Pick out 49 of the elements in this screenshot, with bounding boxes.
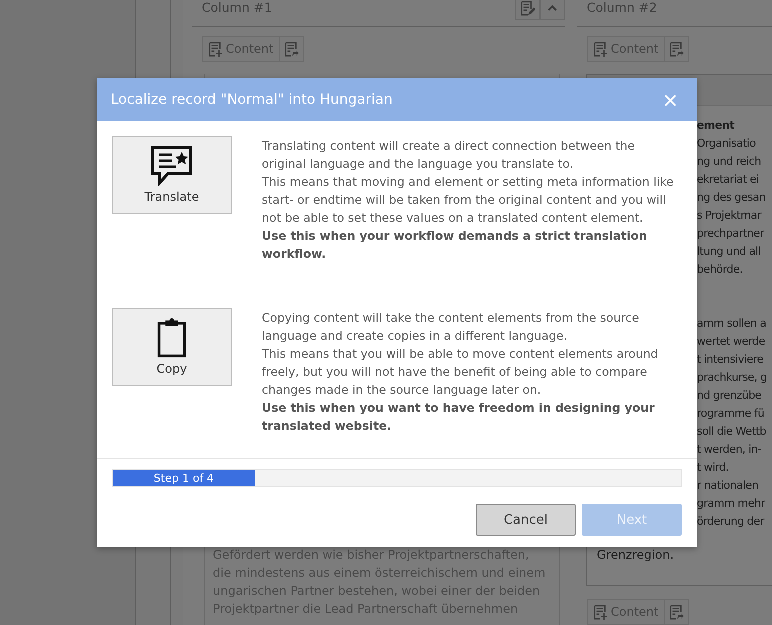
- text-line: Grenzregion.: [596, 547, 674, 564]
- progress-label: Step 1 of 4: [154, 472, 214, 484]
- cancel-button[interactable]: Cancel: [476, 504, 576, 536]
- text-fragment: ekretariat ei: [697, 172, 760, 188]
- edit-icon: [520, 0, 535, 16]
- column-title: Column #2: [587, 0, 658, 16]
- text-fragment: ement: [697, 118, 736, 134]
- document-arrow-icon: [668, 604, 684, 620]
- text-fragment: gramm mehr: [697, 496, 766, 512]
- document-arrow-icon: [668, 42, 684, 56]
- add-document-icon: [593, 42, 608, 56]
- text-fragment: t werden, in-: [697, 442, 762, 458]
- text-fragment: örderung der: [697, 514, 766, 530]
- option-description: Copying content will take the content elements from the source language and create copies in a different language.: [262, 310, 640, 345]
- text-fragment: ng des gesan: [697, 190, 767, 206]
- column-title: Column #1: [202, 0, 272, 16]
- option-description: Use this when you want to have freedom in designing your translated website.: [262, 400, 656, 435]
- speech-bubble-star-icon: [150, 146, 194, 186]
- paste-button[interactable]: [280, 36, 304, 62]
- option-description: Translating content will create a direct connection between the original language and the language you translate to.: [262, 138, 636, 173]
- option-description: Use this when your workflow demands a strict translation workflow.: [262, 228, 648, 263]
- dialog-title: Localize record "Normal" into Hungarian: [111, 92, 393, 108]
- option-description: This means that moving and element or setting meta information like start- or endtime will be taken from the original content and you will not be able to set these values on a translated content element.: [262, 174, 675, 227]
- text-fragment: ng und reich: [697, 154, 762, 170]
- collapse-button[interactable]: [540, 0, 565, 20]
- text-fragment: prechpartner: [697, 226, 766, 242]
- text-fragment: wertet werde: [697, 334, 766, 350]
- text-fragment: s Projektmar: [697, 208, 763, 224]
- text-fragment: rogramme fü: [697, 406, 766, 422]
- text-fragment: behörde.: [697, 262, 744, 278]
- text-fragment: nd grenzübe: [697, 388, 763, 404]
- paste-button[interactable]: [664, 599, 689, 625]
- add-document-icon: [593, 604, 608, 620]
- option-button[interactable]: Translate: [112, 136, 232, 214]
- paste-button[interactable]: [664, 36, 689, 62]
- add-document-icon: [208, 42, 223, 56]
- text-fragment: r nationalen: [697, 478, 760, 494]
- text-fragment: Organisatio: [697, 136, 757, 152]
- option-description: This means that you will be able to move content elements around freely, but you will not have the benefit of being able to compare changes made in the source language later on.: [262, 346, 660, 399]
- document-arrow-icon: [284, 42, 299, 56]
- text-fragment: prachkurse, g: [697, 370, 768, 386]
- text-fragment: amm sollen a: [697, 316, 768, 332]
- text-fragment: ltung und all: [697, 244, 762, 260]
- text-fragment: t wird.: [697, 460, 730, 476]
- option-button[interactable]: Copy: [112, 308, 232, 386]
- text-fragment: soll die Wettb: [697, 424, 768, 440]
- edit-button[interactable]: [515, 0, 540, 20]
- close-button[interactable]: ×: [662, 90, 679, 110]
- text-fragment: t intensiviere: [697, 352, 764, 368]
